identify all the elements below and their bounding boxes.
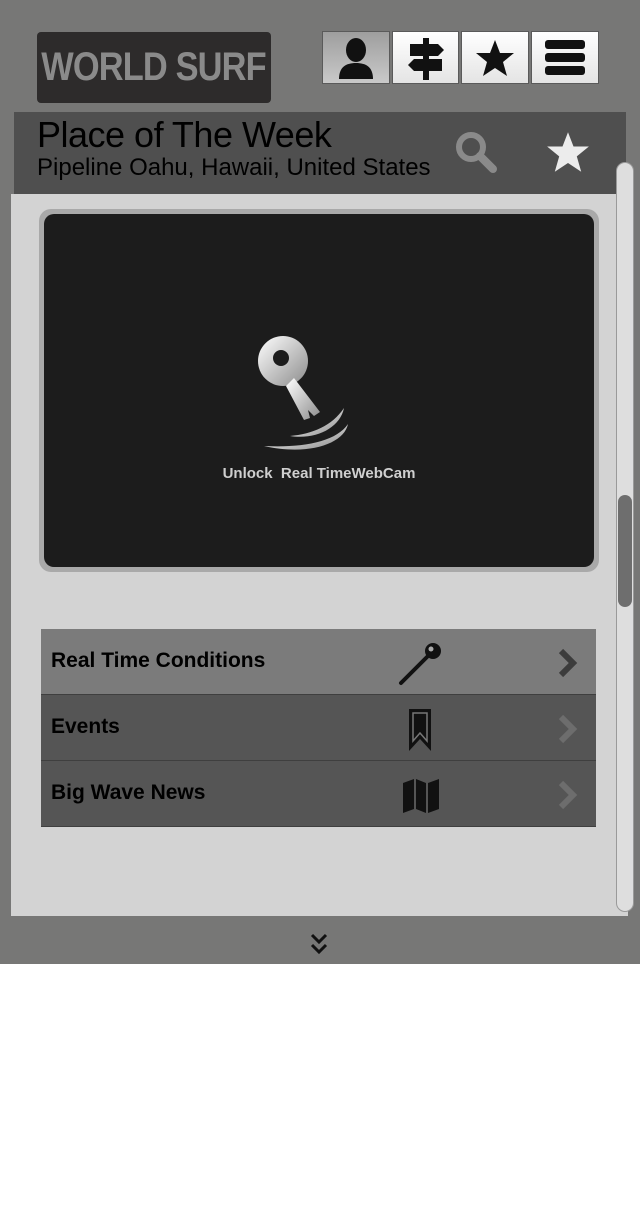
scrollbar[interactable] [616, 162, 634, 912]
logo-text: WORLD SURF [41, 45, 267, 89]
menu-icon [545, 39, 585, 75]
app-frame: WORLD SURF Place of The Week Pipeline Oa… [0, 0, 640, 964]
unlock-webcam-label: Unlock Real TimeWebCam [222, 465, 416, 482]
content-panel: Unlock Real TimeWebCam Real Time Conditi… [11, 194, 628, 916]
chevron-right-icon [558, 648, 578, 678]
webcam-frame: Unlock Real TimeWebCam [39, 209, 599, 572]
logo[interactable]: WORLD SURF [37, 32, 271, 103]
page-title: Place of The Week [37, 114, 332, 155]
favorites-button[interactable] [461, 31, 529, 84]
menu-item-events[interactable]: Events [41, 695, 596, 761]
user-icon [339, 37, 373, 79]
menu-item-label: Events [51, 715, 120, 738]
chevron-right-icon [558, 714, 578, 744]
chevron-right-icon [558, 780, 578, 810]
scrollbar-thumb[interactable] [618, 495, 632, 607]
pin-icon [399, 643, 441, 685]
menu-button[interactable] [531, 31, 599, 84]
webcam-unlock-area[interactable]: Unlock Real TimeWebCam [44, 214, 594, 567]
menu-item-label: Real Time Conditions [51, 649, 266, 672]
place-menu: Real Time Conditions Events Big Wave New… [41, 629, 596, 827]
directions-button[interactable] [392, 31, 459, 84]
search-icon[interactable] [454, 130, 498, 174]
place-header: Place of The Week Pipeline Oahu, Hawaii,… [14, 112, 626, 194]
star-icon [476, 39, 514, 76]
map-icon [403, 779, 439, 813]
bookmark-icon [409, 709, 431, 751]
key-icon [258, 336, 348, 450]
menu-item-label: Big Wave News [51, 781, 206, 804]
signpost-icon [407, 37, 444, 80]
menu-item-big-wave-news[interactable]: Big Wave News [41, 761, 596, 827]
place-subtitle: Pipeline Oahu, Hawaii, United States [37, 154, 431, 181]
profile-button[interactable] [322, 31, 390, 84]
menu-item-real-time-conditions[interactable]: Real Time Conditions [41, 629, 596, 695]
double-chevron-down-icon[interactable] [308, 932, 330, 958]
favorite-star-icon[interactable] [546, 130, 590, 174]
top-toolbar [322, 31, 601, 84]
